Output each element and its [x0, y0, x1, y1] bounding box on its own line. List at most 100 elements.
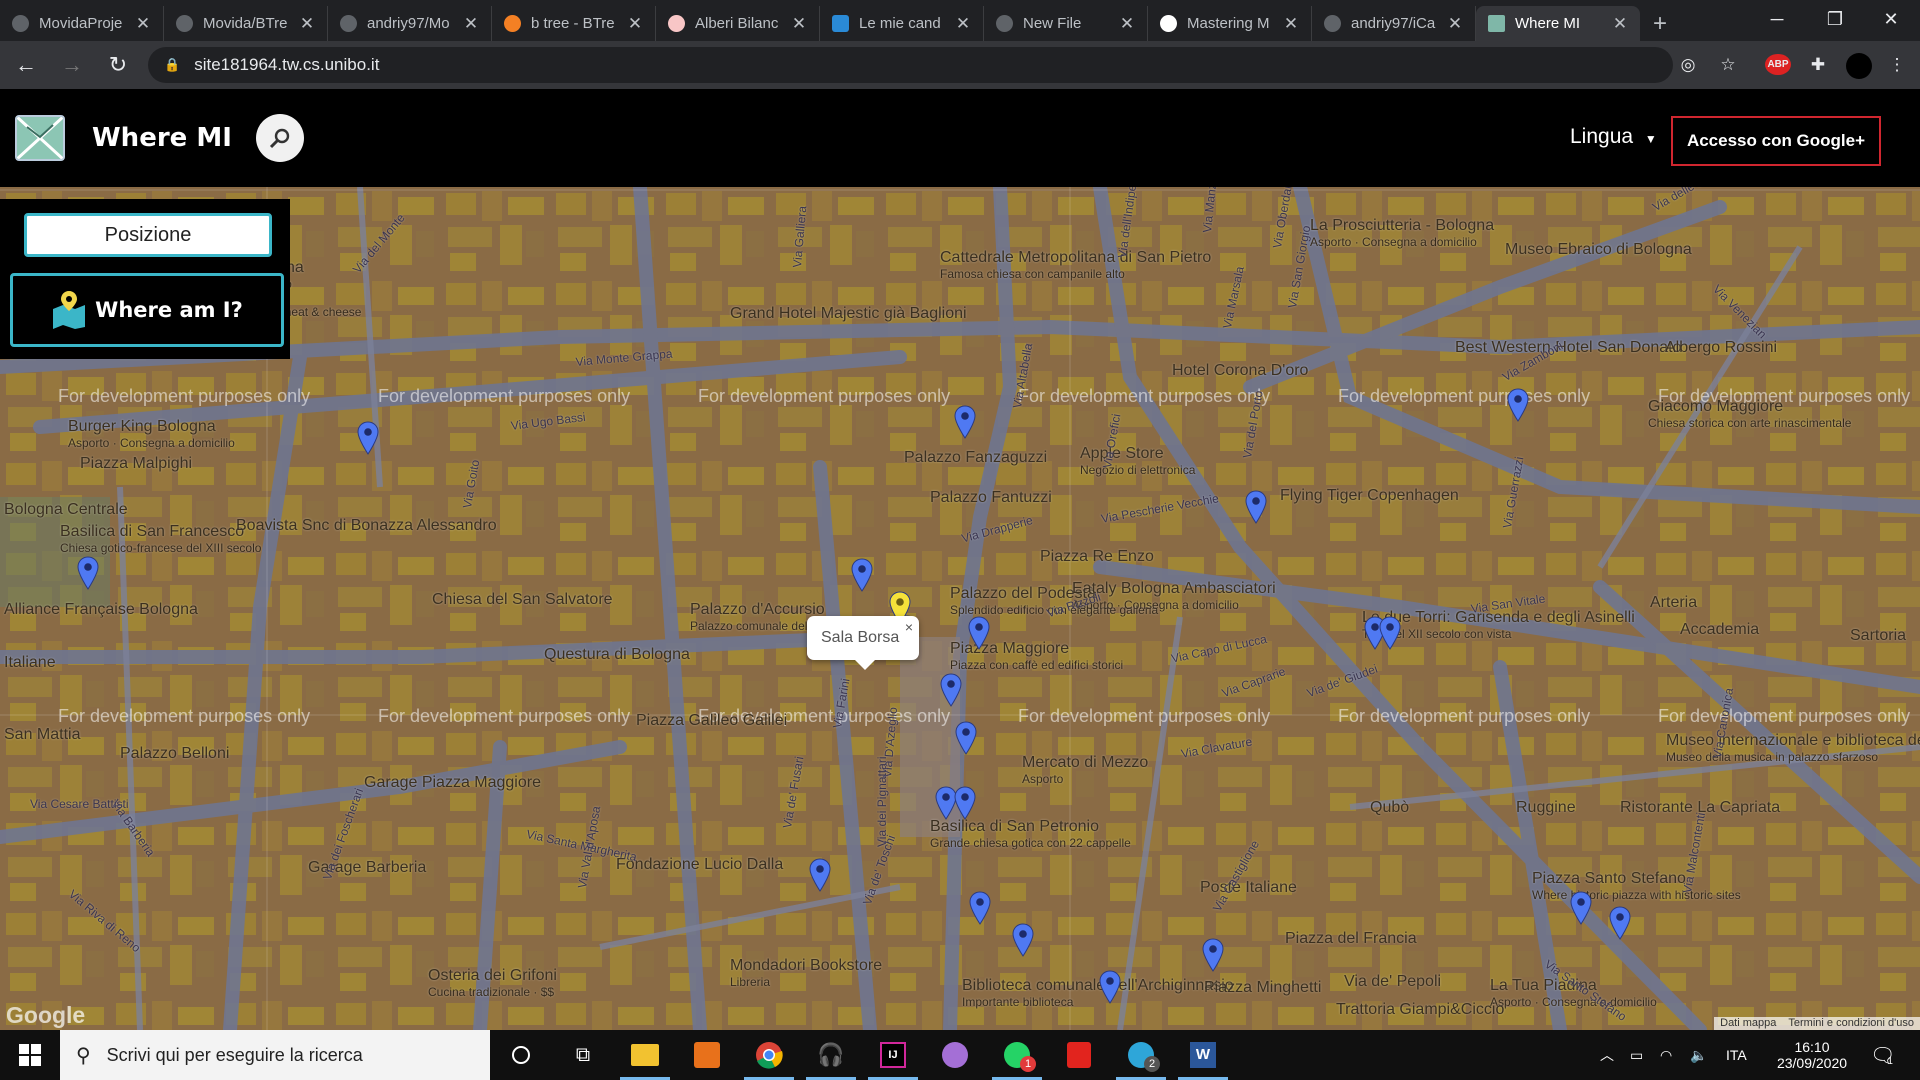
- close-tab-icon[interactable]: ✕: [135, 14, 151, 34]
- map-marker[interactable]: [1099, 970, 1121, 1004]
- map-marker[interactable]: [1379, 616, 1401, 650]
- close-window-icon[interactable]: ✕: [1862, 0, 1920, 41]
- place-label[interactable]: Accademia: [1680, 621, 1759, 639]
- place-label[interactable]: Biblioteca comunale dell'Archiginnasio Im…: [962, 977, 1234, 1009]
- notifications-icon[interactable]: 🗨 1: [1870, 1030, 1895, 1080]
- map-data-link[interactable]: Dati mappa: [1714, 1017, 1783, 1030]
- forward-icon[interactable]: →: [52, 45, 92, 85]
- map-terms-link[interactable]: Termini e condizioni d'uso: [1782, 1017, 1920, 1030]
- browser-tab[interactable]: Mastering M ✕: [1148, 6, 1312, 41]
- place-label[interactable]: Garage Piazza Maggiore: [364, 774, 541, 792]
- place-label[interactable]: Eataly Bologna Ambasciatori Asporto · Con…: [1072, 580, 1276, 612]
- place-label[interactable]: Mondadori Bookstore Libreria: [730, 957, 882, 989]
- place-label[interactable]: Piazza del Francia: [1285, 930, 1417, 948]
- browser-tab[interactable]: andriy97/iCa ✕: [1312, 6, 1476, 41]
- place-label[interactable]: Poste Italiane: [1200, 879, 1297, 897]
- chrome-icon[interactable]: [738, 1030, 800, 1080]
- place-label[interactable]: Trattoria Giampi&Ciccio: [1336, 1001, 1504, 1019]
- map-marker[interactable]: [77, 556, 99, 590]
- map-marker[interactable]: [968, 616, 990, 650]
- place-label[interactable]: Mercato di Mezzo Asporto: [1022, 754, 1148, 786]
- star-icon[interactable]: ☆: [1711, 48, 1745, 82]
- minimize-icon[interactable]: ─: [1748, 0, 1806, 41]
- place-label[interactable]: Boavista Snc di Bonazza Alessandro: [236, 517, 497, 535]
- place-label[interactable]: Bologna Centrale: [4, 501, 128, 519]
- position-button[interactable]: Posizione: [24, 213, 272, 257]
- office-icon[interactable]: [676, 1030, 738, 1080]
- close-tab-icon[interactable]: ✕: [1283, 14, 1299, 34]
- wifi-icon[interactable]: ◠: [1660, 1030, 1672, 1080]
- place-label[interactable]: Questura di Bologna: [544, 646, 690, 664]
- close-icon[interactable]: ×: [905, 619, 913, 635]
- taskbar-search[interactable]: ⚲ Scrivi qui per eseguire la ricerca: [60, 1030, 490, 1080]
- place-label[interactable]: Le due Torri: Garisenda e degli Asinelli…: [1362, 609, 1635, 641]
- place-label[interactable]: Palazzo Fanzaguzzi: [904, 449, 1047, 467]
- map-marker[interactable]: [1245, 490, 1267, 524]
- browser-tab[interactable]: Movida/BTre ✕: [164, 6, 328, 41]
- close-tab-icon[interactable]: ✕: [955, 14, 971, 34]
- place-label[interactable]: Albergo Rossini: [1665, 339, 1777, 357]
- battery-icon[interactable]: ▭: [1630, 1030, 1643, 1080]
- place-label[interactable]: Alliance Française Bologna: [4, 601, 198, 619]
- place-label[interactable]: Palazzo Belloni: [120, 745, 229, 763]
- close-tab-icon[interactable]: ✕: [299, 14, 315, 34]
- map-marker[interactable]: [954, 786, 976, 820]
- reload-icon[interactable]: ↻: [98, 45, 138, 85]
- browser-tab[interactable]: MovidaProje ✕: [0, 6, 164, 41]
- place-label[interactable]: San Mattia: [4, 726, 80, 744]
- adblock-icon[interactable]: ABP: [1761, 48, 1795, 82]
- intellij-icon[interactable]: IJ: [862, 1030, 924, 1080]
- place-label[interactable]: Piazza Malpighi: [80, 455, 192, 473]
- place-label[interactable]: Fondazione Lucio Dalla: [616, 856, 783, 874]
- file-explorer-icon[interactable]: [614, 1030, 676, 1080]
- place-label[interactable]: Museo internazionale e biblioteca della …: [1666, 732, 1920, 764]
- place-label[interactable]: Piazza Minghetti: [1204, 979, 1321, 997]
- place-label[interactable]: Ruggine: [1516, 799, 1576, 817]
- browser-tab[interactable]: Le mie cand ✕: [820, 6, 984, 41]
- place-label[interactable]: Piazza Galileo Galilei: [636, 712, 787, 730]
- search-button[interactable]: [255, 114, 304, 162]
- whatsapp-icon[interactable]: 1: [986, 1030, 1048, 1080]
- browser-tab[interactable]: New File ✕: [984, 6, 1148, 41]
- map-marker[interactable]: [1012, 923, 1034, 957]
- app-logo[interactable]: [15, 115, 65, 161]
- place-label[interactable]: Hotel Corona D'oro: [1172, 362, 1308, 380]
- volume-icon[interactable]: 🔈: [1690, 1030, 1707, 1080]
- place-label[interactable]: Giacomo Maggiore Chiesa storica con arte …: [1648, 398, 1851, 430]
- place-label[interactable]: Arteria: [1650, 594, 1697, 612]
- browser-tab[interactable]: Alberi Bilanc ✕: [656, 6, 820, 41]
- close-tab-icon[interactable]: ✕: [791, 14, 807, 34]
- place-label[interactable]: Italiane: [4, 654, 56, 672]
- extensions-puzzle-icon[interactable]: ✚: [1801, 48, 1835, 82]
- close-tab-icon[interactable]: ✕: [1612, 14, 1628, 34]
- browser-tab[interactable]: andriy97/Mo ✕: [328, 6, 492, 41]
- close-tab-icon[interactable]: ✕: [463, 14, 479, 34]
- place-label[interactable]: La Prosciutteria - Bologna Asporto · Cons…: [1310, 217, 1494, 249]
- map-marker[interactable]: [851, 558, 873, 592]
- menu-kebab-icon[interactable]: ⋮: [1880, 48, 1914, 82]
- close-tab-icon[interactable]: ✕: [1447, 14, 1463, 34]
- place-label[interactable]: Basilica di San Francesco Chiesa gotico-f…: [60, 523, 261, 555]
- word-icon[interactable]: W: [1172, 1030, 1234, 1080]
- place-label[interactable]: Qubò: [1370, 799, 1409, 817]
- where-am-i-button[interactable]: Where am I?: [10, 273, 284, 347]
- tray-chevron-up-icon[interactable]: ︿: [1600, 1030, 1614, 1080]
- place-label[interactable]: Palazzo Fantuzzi: [930, 489, 1052, 507]
- address-bar[interactable]: 🔒 site181964.tw.cs.unibo.it: [148, 47, 1673, 83]
- profile-avatar[interactable]: [1842, 48, 1876, 82]
- clock[interactable]: 16:10 23/09/2020: [1770, 1030, 1854, 1080]
- map-marker[interactable]: [940, 673, 962, 707]
- location-icon[interactable]: ◎: [1671, 48, 1705, 82]
- place-label[interactable]: Piazza Santo Stefano Where historic piazz…: [1532, 870, 1741, 902]
- github-desktop-icon[interactable]: [924, 1030, 986, 1080]
- map-marker[interactable]: [955, 721, 977, 755]
- map-marker[interactable]: [357, 421, 379, 455]
- headphones-app-icon[interactable]: 🎧: [800, 1030, 862, 1080]
- acrobat-icon[interactable]: [1048, 1030, 1110, 1080]
- telegram-icon[interactable]: 2: [1110, 1030, 1172, 1080]
- map-marker[interactable]: [1570, 891, 1592, 925]
- map-marker[interactable]: [809, 858, 831, 892]
- language-dropdown[interactable]: Lingua ▼: [1570, 125, 1657, 149]
- back-icon[interactable]: ←: [6, 45, 46, 85]
- place-label[interactable]: Basilica di San Petronio Grande chiesa go…: [930, 818, 1131, 850]
